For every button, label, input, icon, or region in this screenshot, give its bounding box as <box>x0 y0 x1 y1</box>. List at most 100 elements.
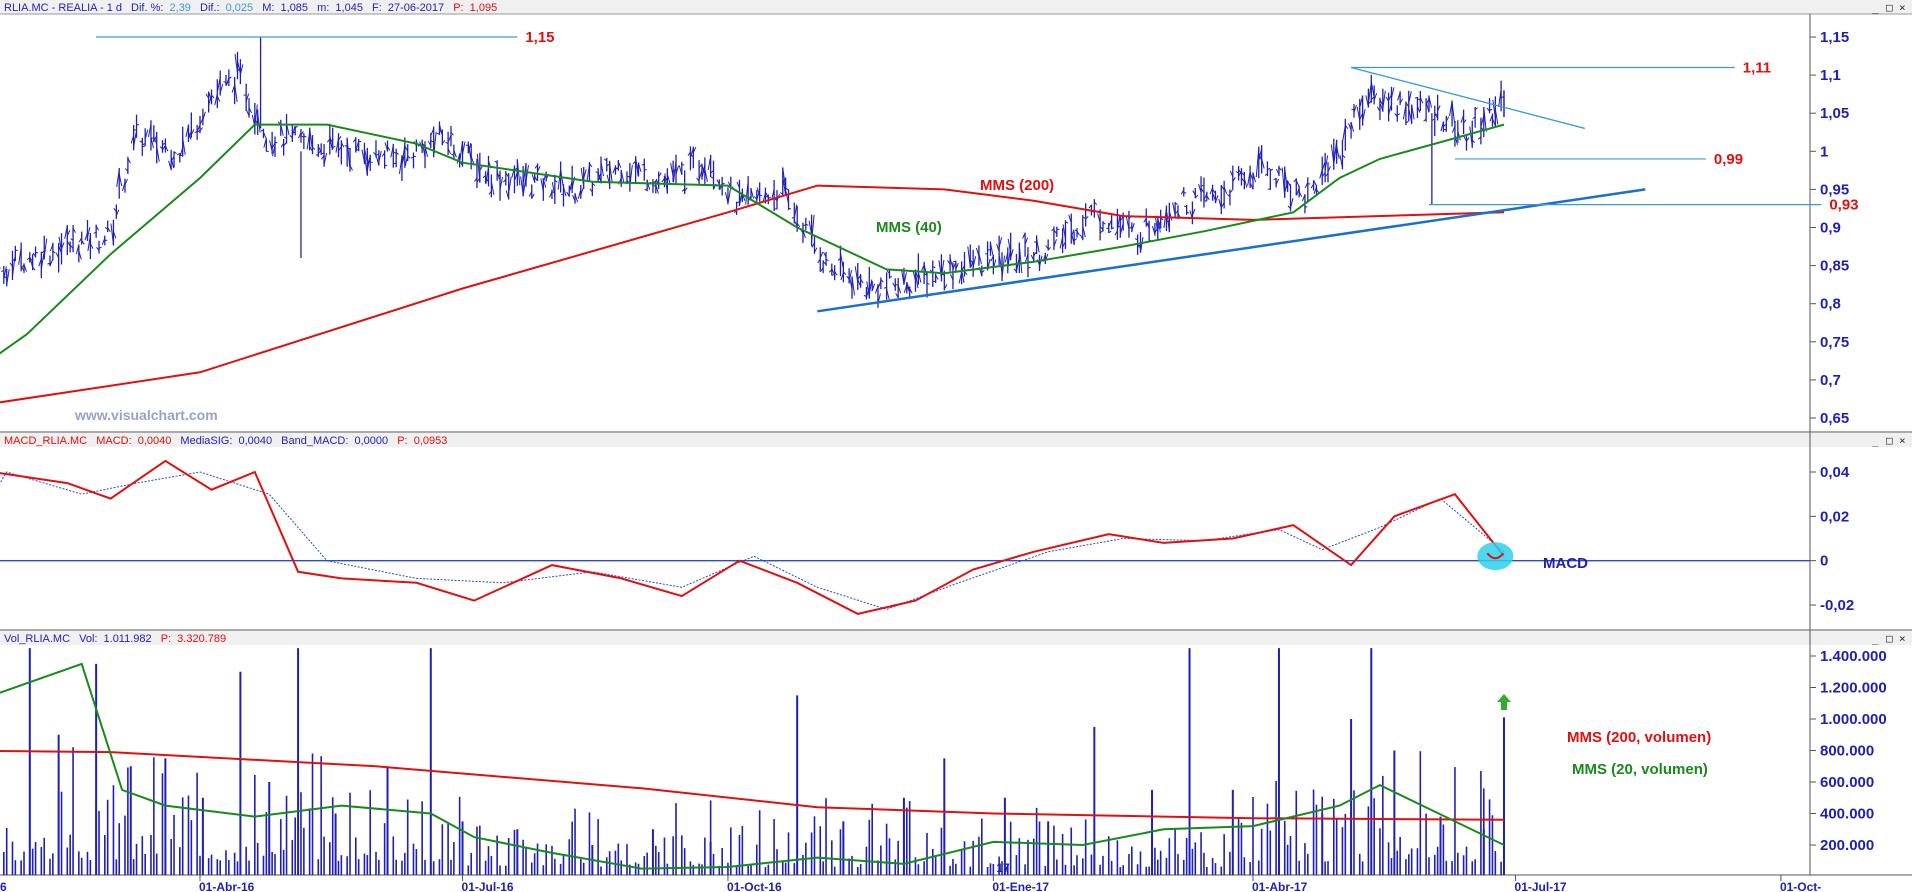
price-bar <box>104 220 111 233</box>
price-bar <box>502 171 509 186</box>
price-bar <box>589 181 596 197</box>
volume-label: Vol: <box>79 633 97 645</box>
price-bar <box>64 225 71 256</box>
macd-sig-label: MediaSIG: <box>180 435 232 447</box>
price-close-button[interactable]: × <box>1899 1 1906 14</box>
price-bar <box>540 178 547 201</box>
price-bar <box>260 128 267 139</box>
macd-minimize-button[interactable]: _ <box>1872 434 1879 447</box>
price-bar <box>497 170 504 201</box>
price-bar <box>1449 100 1456 127</box>
price-bar <box>1258 145 1265 174</box>
price-bar <box>78 231 85 245</box>
price-bar <box>381 150 388 169</box>
price-bar <box>1016 242 1023 274</box>
price-bar <box>1296 185 1303 198</box>
price-bar <box>162 138 169 153</box>
price-bar <box>301 133 307 150</box>
price-bar <box>355 139 362 152</box>
date-value: 27-06-2017 <box>388 2 444 14</box>
price-bar <box>560 184 567 207</box>
price-bar <box>321 144 328 167</box>
volume-y-tick-label: 800.000 <box>1820 743 1874 760</box>
volume-minimize-button[interactable]: _ <box>1872 632 1879 645</box>
price-y-tick-label: 1 <box>1820 143 1828 160</box>
macd-line <box>0 459 1505 615</box>
price-bar <box>1042 252 1049 265</box>
volume-y-tick-label: 1.200.000 <box>1820 680 1887 697</box>
price-bar <box>1287 184 1294 212</box>
macd-signal-line <box>0 471 1505 610</box>
volume-close-button[interactable]: × <box>1899 632 1906 645</box>
price-bar <box>1241 171 1248 190</box>
price-bar <box>168 149 175 171</box>
price-bar <box>1180 187 1187 197</box>
price-bar <box>577 185 584 199</box>
macd-close-button[interactable]: × <box>1899 434 1906 447</box>
price-y-tick-label: 0,85 <box>1820 258 1849 275</box>
price-bar <box>1114 208 1121 240</box>
price-bar <box>1004 247 1011 274</box>
price-bar <box>101 235 108 246</box>
price-y-tick-label: 0,7 <box>1820 372 1841 389</box>
price-bar <box>1053 226 1060 237</box>
price-bar <box>523 163 529 187</box>
price-bar <box>644 179 651 192</box>
price-bar <box>1333 139 1340 164</box>
price-bar <box>1189 201 1196 225</box>
macd-maximize-button[interactable]: □ <box>1886 434 1893 447</box>
price-bar <box>1339 140 1346 170</box>
price-bar <box>996 235 1003 265</box>
price-bar <box>978 265 985 277</box>
price-bar <box>1359 95 1366 126</box>
watermark: www.visualchart.com <box>74 407 218 423</box>
volume-maximize-button[interactable]: □ <box>1886 632 1893 645</box>
price-p-label: P: <box>453 2 463 14</box>
price-bar <box>410 152 417 169</box>
price-minimize-button[interactable]: _ <box>1872 1 1879 14</box>
price-bar <box>1221 180 1228 209</box>
price-bar <box>687 146 694 171</box>
price-bar <box>194 124 201 140</box>
price-bar <box>840 261 847 283</box>
price-bar <box>26 252 33 263</box>
price-bar <box>205 91 212 113</box>
price-bar <box>306 127 313 151</box>
price-maximize-button[interactable]: □ <box>1886 1 1893 14</box>
price-y-tick-label: 0,65 <box>1820 410 1849 427</box>
price-bar <box>1157 209 1164 229</box>
price-bar <box>439 129 446 146</box>
price-bar <box>237 59 244 85</box>
price-bar <box>690 146 697 169</box>
price-bar <box>1414 96 1421 119</box>
price-bar <box>586 161 593 182</box>
price-bar <box>171 151 177 168</box>
price-bar <box>1319 156 1326 185</box>
price-bar <box>217 70 224 96</box>
price-bar <box>1129 222 1135 233</box>
price-bar <box>1432 105 1438 137</box>
price-bar <box>975 245 982 266</box>
price-bar <box>756 182 763 202</box>
price-bar <box>603 157 610 172</box>
price-bar <box>912 269 919 292</box>
price-bar <box>134 114 140 138</box>
price-bar <box>707 154 714 178</box>
price-bar <box>49 242 56 261</box>
price-bar <box>246 98 252 118</box>
price-bar <box>664 168 671 194</box>
volume-y-tick-label: 1.000.000 <box>1820 711 1887 728</box>
volume-value: 1.011.982 <box>104 633 152 645</box>
price-bar <box>1082 203 1089 227</box>
price-bar <box>958 261 965 285</box>
price-bar <box>1036 254 1043 272</box>
macd-band-value: 0,0000 <box>355 435 389 447</box>
macd-label: MACD: <box>96 435 131 447</box>
price-bar <box>903 282 910 294</box>
price-bar <box>1379 88 1386 112</box>
price-bar <box>179 126 186 157</box>
price-bar <box>961 252 968 277</box>
price-bar <box>791 202 798 224</box>
price-bar <box>177 152 183 163</box>
price-bar <box>234 51 241 80</box>
